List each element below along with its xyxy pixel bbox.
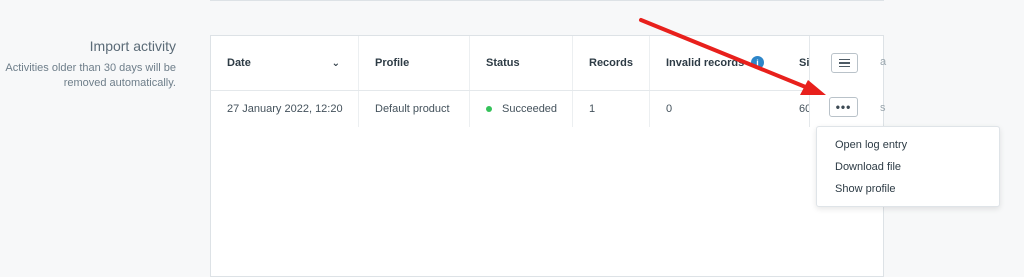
- annotation-arrow: [639, 18, 826, 95]
